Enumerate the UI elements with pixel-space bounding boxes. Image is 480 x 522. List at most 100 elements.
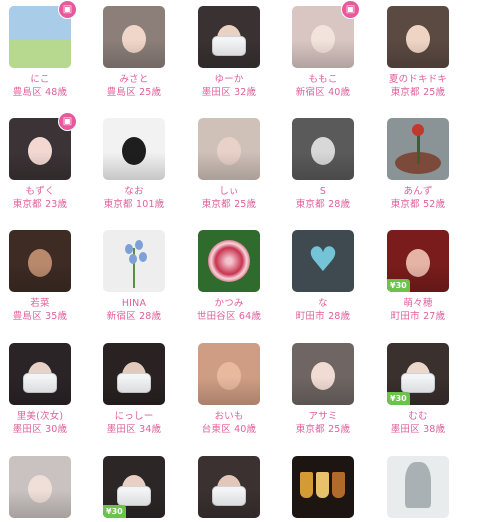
price-badge: ¥30 [387,279,410,292]
profile-meta: 東京都 28歳 [278,198,368,211]
profile-meta: 東京都 25歳 [184,198,274,211]
profile-photo[interactable] [198,456,260,518]
photo-shade [103,40,165,68]
pin-icon: ▣ [58,112,77,131]
profile-name: しぃ [219,186,239,197]
profile-card[interactable]: なお 東京都 101歳 [103,118,165,211]
profile-card[interactable]: 里美(次女) 墨田区 30歳 [9,343,71,436]
profile-age: 64歳 [238,311,262,322]
profile-card[interactable]: おいも 台東区 40歳 [198,343,260,436]
profile-age: 28歳 [328,311,351,322]
profile-photo[interactable] [198,343,260,405]
profile-photo[interactable] [387,6,449,68]
profile-photo[interactable] [103,230,165,292]
profile-name: S [319,186,327,197]
profile-photo[interactable] [9,343,71,405]
profile-name: にこ [30,74,50,85]
heart-icon: ♥ [307,240,339,280]
profile-card[interactable]: 若菜豊島区 35歳 [9,230,71,323]
flower-petal-shape [135,240,143,250]
profile-card[interactable]: ¥30 むむ 墨田区 38歳 [387,343,449,436]
rose-shape [208,240,250,282]
profile-card[interactable]: ♥ な町田市 28歳 [292,230,354,323]
profile-meta: 墨田区 34歳 [89,423,179,436]
profile-meta: 町田市 27歳 [373,310,463,323]
profile-name: みさと [119,74,149,85]
profile-meta: 東京都 25歳 [373,86,463,99]
profile-photo[interactable]: ¥30 [387,343,449,405]
profile-meta: 墨田区 32歳 [184,86,274,99]
profile-photo[interactable]: ¥30 [103,456,165,518]
price-badge: ¥30 [103,505,126,518]
profile-age: 35歳 [45,311,68,322]
profile-photo[interactable] [198,6,260,68]
profile-card[interactable]: アサミ 東京都 25歳 [292,343,354,436]
profile-card[interactable] [9,456,71,518]
profile-card[interactable]: みさと 豊島区 25歳 [103,6,165,99]
profile-card[interactable]: ▣ もずく 東京都 23歳 [9,112,77,211]
profile-card[interactable]: しぃ東京都 25歳 [198,118,260,211]
profile-area: 東京都 [390,87,420,98]
profile-photo[interactable] [198,118,260,180]
profile-name: 若菜 [30,298,50,309]
profile-card[interactable] [292,456,354,518]
photo-shade [9,490,71,518]
profile-photo[interactable] [292,343,354,405]
photo-shade [9,377,71,405]
profile-card[interactable] [198,456,260,518]
profile-meta: 豊島区 48歳 [0,86,85,99]
profile-photo[interactable] [103,6,165,68]
profile-age: 30歳 [45,424,68,435]
profile-card[interactable]: ¥30 [103,456,165,518]
profile-meta: 墨田区 30歳 [0,423,85,436]
profile-age: 27歳 [423,311,446,322]
profile-card[interactable]: かつみ 世田谷区 64歳 [197,230,261,323]
profile-age: 28歳 [328,199,351,210]
profile-age: 52歳 [423,199,446,210]
photo-shade [292,40,354,68]
profile-age: 25歳 [234,199,257,210]
profile-card[interactable]: 夏のドキドキ 東京都 25歳 [387,6,449,99]
profile-area: 町田市 [390,311,420,322]
profile-card[interactable]: ▣ ももこ 新宿区 40歳 [292,0,360,99]
profile-meta: 新宿区 40歳 [278,86,368,99]
profile-meta: 世田谷区 64歳 [184,310,274,323]
profile-photo[interactable]: ¥30 [387,230,449,292]
profile-area: 墨田区 [201,87,231,98]
profile-card[interactable]: にっしー 墨田区 34歳 [103,343,165,436]
profile-photo[interactable] [9,230,71,292]
profile-age: 25歳 [328,424,351,435]
profile-name: HINA [121,298,147,309]
profile-name: 萌々穂 [403,298,433,309]
plant-flower-shape [412,124,424,136]
profile-photo[interactable] [198,230,260,292]
profile-card[interactable]: S 東京都 28歳 [292,118,354,211]
profile-grid: ▣ にこ 豊島区 48歳 みさと 豊島区 25歳 ゆーか 墨田区 32歳 ▣ ももこ 新宿区 40… [0,0,480,522]
profile-age: 40歳 [234,424,257,435]
profile-name: もずく [25,186,55,197]
profile-photo[interactable] [387,456,449,518]
profile-name: かつみ [214,298,244,309]
profile-photo[interactable] [103,343,165,405]
photo-shade [103,377,165,405]
profile-photo[interactable] [9,456,71,518]
profile-card[interactable]: HINA 新宿区 28歳 [103,230,165,323]
profile-area: 台東区 [201,424,231,435]
profile-card[interactable]: ¥30 萌々穂町田市 27歳 [387,230,449,323]
profile-card[interactable]: ゆーか 墨田区 32歳 [198,6,260,99]
profile-card[interactable]: ▣ にこ 豊島区 48歳 [9,0,77,99]
price-badge: ¥30 [387,392,410,405]
profile-photo[interactable] [292,456,354,518]
profile-meta: 東京都 23歳 [0,198,85,211]
profile-card[interactable]: あんず 東京都 52歳 [387,118,449,211]
profile-area: 墨田区 [106,424,136,435]
profile-photo[interactable] [292,118,354,180]
profile-photo[interactable] [387,118,449,180]
profile-photo[interactable] [103,118,165,180]
profile-area: 新宿区 [295,87,325,98]
profile-area: 豊島区 [12,311,42,322]
photo-shade [387,40,449,68]
profile-card[interactable] [387,456,449,518]
profile-area: 東京都 [201,199,231,210]
profile-photo[interactable]: ♥ [292,230,354,292]
